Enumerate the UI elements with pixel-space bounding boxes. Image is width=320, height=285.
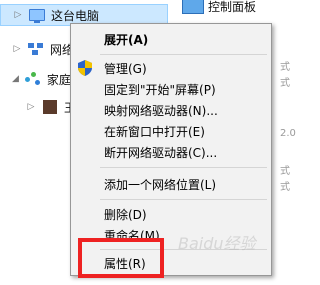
highlight-annotation-box [78, 238, 164, 278]
side-text-fragment: 式 [280, 182, 290, 193]
collapse-chevron-icon[interactable]: ◢ [12, 74, 19, 84]
menu-item-manage[interactable]: 管理(G) [71, 57, 271, 79]
side-text-fragment: 式 [280, 62, 290, 73]
nav-item-homegroup[interactable]: ◢ 家庭组 [0, 68, 83, 90]
menu-item-map-network-drive[interactable]: 映射网络驱动器(N)... [71, 99, 271, 121]
menu-item-label: 管理(G) [104, 61, 147, 76]
menu-item-label: 删除(D) [104, 207, 147, 222]
uac-shield-icon [78, 60, 92, 76]
user-avatar-icon [42, 100, 58, 114]
menu-item-label: 映射网络驱动器(N)... [104, 103, 218, 118]
menu-separator [100, 167, 267, 168]
control-panel-tile[interactable]: 控制面板 [178, 0, 296, 14]
nav-item-label: 这台电脑 [51, 8, 100, 23]
menu-item-delete[interactable]: 删除(D) [71, 203, 271, 225]
menu-item-disconnect-network-drive[interactable]: 断开网络驱动器(C)... [71, 141, 271, 163]
menu-item-open-new-window[interactable]: 在新窗口中打开(E) [71, 120, 271, 142]
control-panel-label: 控制面板 [208, 0, 257, 14]
menu-separator [100, 54, 267, 55]
side-text-fragment: 式 [280, 166, 290, 177]
expand-chevron-icon[interactable]: ▷ [26, 102, 36, 112]
side-text-fragment: 式 [280, 78, 290, 89]
menu-item-label: 断开网络驱动器(C)... [104, 145, 218, 160]
control-panel-icon [182, 0, 204, 14]
menu-item-label: 在新窗口中打开(E) [104, 124, 205, 139]
computer-icon [29, 8, 45, 23]
expand-chevron-icon[interactable]: ▷ [12, 44, 22, 54]
homegroup-icon [24, 72, 41, 86]
menu-item-label: 固定到"开始"屏幕(P) [104, 82, 216, 97]
menu-separator [100, 199, 267, 200]
menu-item-add-network-location[interactable]: 添加一个网络位置(L) [71, 173, 271, 195]
network-icon [28, 42, 44, 56]
side-text-fragment: 2.0 [280, 128, 296, 139]
menu-item-label: 展开(A) [104, 32, 149, 47]
menu-item-expand[interactable]: 展开(A) [71, 28, 271, 50]
nav-item-user[interactable]: ▷ 王 [0, 96, 80, 118]
menu-item-label: 添加一个网络位置(L) [104, 177, 217, 192]
nav-item-network[interactable]: ▷ 网络 [0, 38, 80, 60]
expand-chevron-icon[interactable]: ▷ [13, 10, 23, 20]
watermark-text: Baidu经验 [178, 234, 256, 253]
menu-item-pin-to-start[interactable]: 固定到"开始"屏幕(P) [71, 78, 271, 100]
